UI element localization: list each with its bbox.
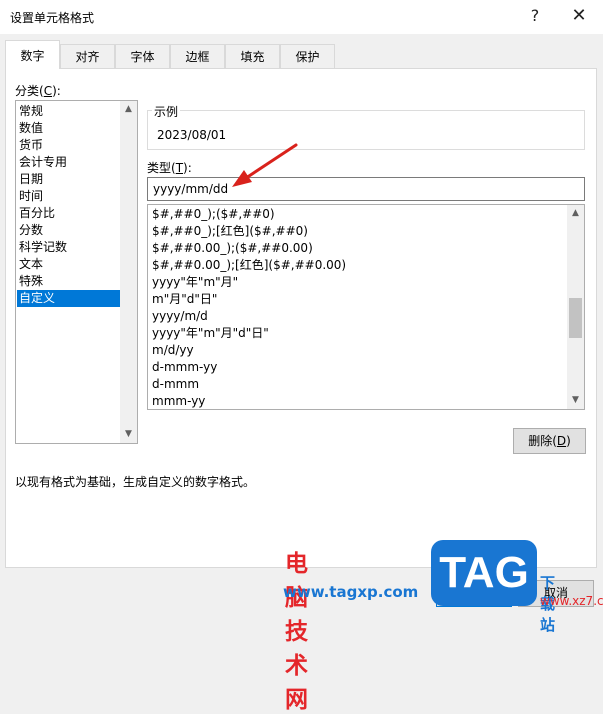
category-item-percentage[interactable]: 百分比 (19, 205, 55, 222)
category-item-number[interactable]: 数值 (19, 120, 43, 137)
scroll-down-icon[interactable]: ▼ (567, 392, 584, 409)
tab-protection[interactable]: 保护 (280, 44, 335, 68)
category-item-text[interactable]: 文本 (19, 256, 43, 273)
dialog-title: 设置单元格格式 (10, 11, 95, 25)
type-input[interactable]: yyyy/mm/dd (147, 177, 585, 201)
format-item[interactable]: $#,##0_);[红色]($#,##0) (152, 223, 308, 240)
category-item-custom[interactable]: 自定义 (17, 290, 120, 307)
title-bar: 设置单元格格式 ? ✕ (0, 0, 603, 34)
watermark-site-name: 电脑技术网 (285, 551, 309, 713)
format-list[interactable]: $#,##0_);($#,##0) $#,##0_);[红色]($#,##0) … (147, 204, 585, 410)
cancel-button[interactable]: 取消 (518, 580, 594, 607)
description-text: 以现有格式为基础，生成自定义的数字格式。 (15, 475, 256, 489)
sample-value: 2023/08/01 (157, 128, 227, 142)
type-label: 类型(T): (147, 161, 192, 175)
category-item-currency[interactable]: 货币 (19, 137, 43, 154)
scroll-thumb[interactable] (569, 298, 582, 338)
category-item-general[interactable]: 常规 (19, 103, 43, 120)
delete-button[interactable]: 删除(D) (513, 428, 586, 454)
format-item[interactable]: yyyy"年"m"月"d"日" (152, 325, 269, 342)
sample-legend: 示例 (152, 103, 181, 120)
format-item[interactable]: $#,##0.00_);($#,##0.00) (152, 240, 313, 257)
close-button[interactable]: ✕ (566, 4, 592, 28)
scroll-down-icon[interactable]: ▼ (120, 426, 137, 443)
format-item[interactable]: d-mmm-yy (152, 359, 217, 376)
tab-border[interactable]: 边框 (170, 44, 225, 68)
tab-alignment[interactable]: 对齐 (60, 44, 115, 68)
category-item-date[interactable]: 日期 (19, 171, 43, 188)
format-item[interactable]: yyyy"年"m"月" (152, 274, 238, 291)
format-scrollbar[interactable]: ▲ ▼ (567, 205, 584, 409)
category-item-fraction[interactable]: 分数 (19, 222, 43, 239)
category-item-special[interactable]: 特殊 (19, 273, 43, 290)
format-item[interactable]: yyyy/m/d (152, 308, 208, 325)
tab-font[interactable]: 字体 (115, 44, 170, 68)
help-button[interactable]: ? (522, 4, 548, 28)
category-item-scientific[interactable]: 科学记数 (19, 239, 67, 256)
format-item[interactable]: $#,##0.00_);[红色]($#,##0.00) (152, 257, 346, 274)
category-item-accounting[interactable]: 会计专用 (19, 154, 67, 171)
tab-fill[interactable]: 填充 (225, 44, 280, 68)
watermark-url: www.tagxp.com (283, 583, 419, 601)
format-item[interactable]: $#,##0_);($#,##0) (152, 206, 275, 223)
format-item[interactable]: m"月"d"日" (152, 291, 217, 308)
ok-button[interactable]: 确定 (436, 580, 512, 607)
category-scrollbar[interactable]: ▲ ▼ (120, 101, 137, 443)
format-item[interactable]: m/d/yy (152, 342, 194, 359)
category-item-time[interactable]: 时间 (19, 188, 43, 205)
scroll-up-icon[interactable]: ▲ (567, 205, 584, 222)
category-list[interactable]: 常规 数值 货币 会计专用 日期 时间 百分比 分数 科学记数 文本 特殊 自定… (15, 100, 138, 444)
scroll-up-icon[interactable]: ▲ (120, 101, 137, 118)
format-item[interactable]: d-mmm (152, 376, 199, 393)
category-label: 分类(C): (15, 84, 61, 98)
format-item[interactable]: mmm-yy (152, 393, 205, 409)
tab-number[interactable]: 数字 (5, 40, 60, 69)
